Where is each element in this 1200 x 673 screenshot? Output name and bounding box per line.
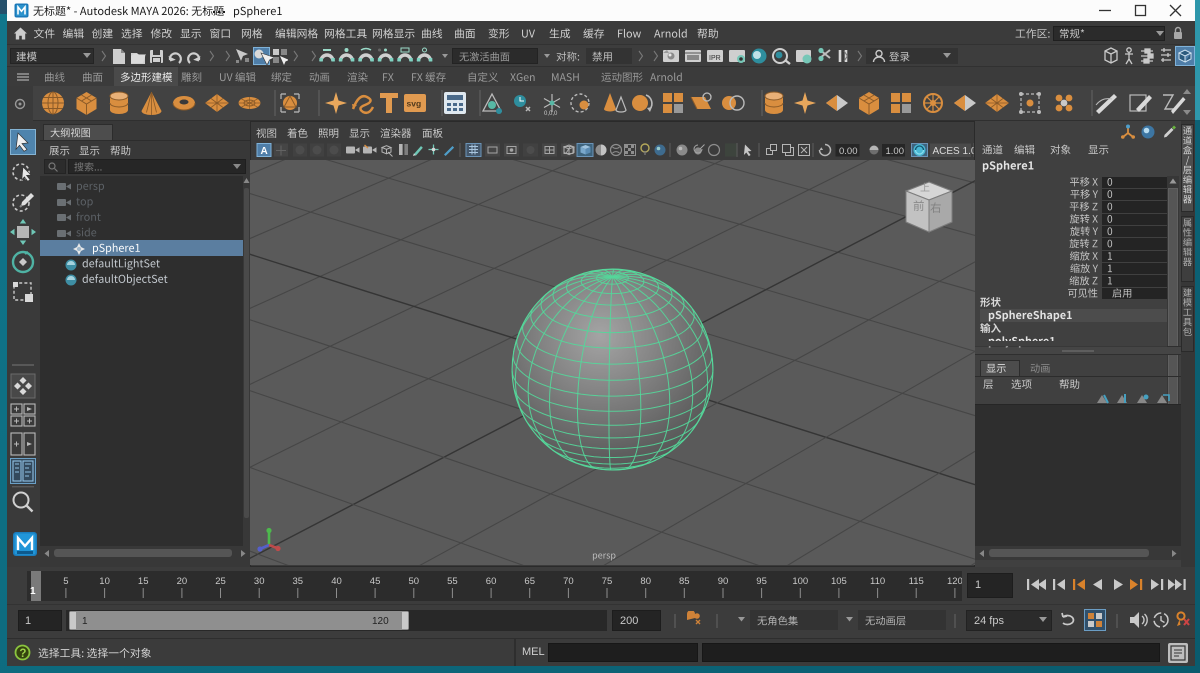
- svg-text:65: 65: [524, 576, 535, 587]
- svg-text:75: 75: [602, 576, 613, 587]
- svg-text:20: 20: [177, 576, 188, 587]
- svg-text:40: 40: [331, 576, 342, 587]
- svg-text:ACES 1.0: ACES 1.0: [933, 146, 975, 157]
- svg-text:90: 90: [718, 576, 729, 587]
- svg-text:30: 30: [254, 576, 265, 587]
- svg-text:85: 85: [679, 576, 690, 587]
- svg-text:100: 100: [792, 576, 808, 587]
- svg-text:?: ?: [19, 648, 26, 660]
- svg-text:15: 15: [138, 576, 149, 587]
- svg-text:55: 55: [447, 576, 458, 587]
- svg-text:110: 110: [870, 576, 885, 587]
- svg-text:0.00: 0.00: [839, 146, 858, 157]
- svg-text:svg: svg: [407, 99, 422, 109]
- svg-text:5: 5: [63, 576, 68, 587]
- svg-text:120: 120: [947, 576, 962, 587]
- svg-text:105: 105: [831, 576, 847, 587]
- svg-text:45: 45: [370, 576, 381, 587]
- svg-text:1.00: 1.00: [886, 146, 905, 157]
- svg-text:50: 50: [409, 576, 420, 587]
- svg-text:A: A: [261, 146, 268, 157]
- svg-text:0,0,0: 0,0,0: [544, 111, 558, 117]
- svg-text:60: 60: [486, 576, 497, 587]
- svg-text:25: 25: [215, 576, 226, 587]
- svg-text:IPR: IPR: [709, 55, 721, 62]
- svg-text:95: 95: [756, 576, 767, 587]
- svg-text:80: 80: [640, 576, 651, 587]
- svg-text:35: 35: [293, 576, 304, 587]
- svg-text:70: 70: [563, 576, 574, 587]
- svg-text:115: 115: [909, 576, 924, 587]
- svg-text:10: 10: [99, 576, 110, 587]
